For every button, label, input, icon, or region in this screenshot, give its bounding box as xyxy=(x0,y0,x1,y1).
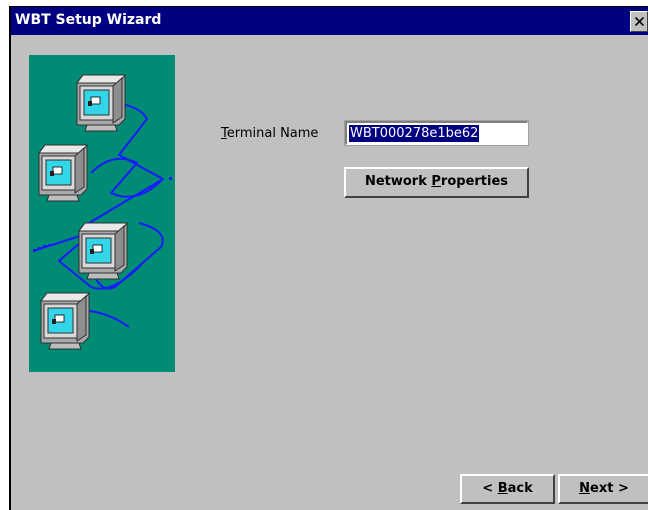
window-title: WBT Setup Wizard xyxy=(15,12,162,28)
next-label-b: ext > xyxy=(590,481,629,496)
terminal-name-input[interactable]: WBT000278e1be62 xyxy=(344,120,529,146)
wizard-illustration xyxy=(29,55,175,372)
close-icon xyxy=(635,17,644,26)
network-properties-button[interactable]: Network Properties xyxy=(344,167,529,198)
back-label-b: ack xyxy=(507,481,533,496)
wizard-window: WBT Setup Wizard Terminal Name WBT000278… xyxy=(9,6,648,510)
network-properties-label-b: roperties xyxy=(440,174,509,189)
terminal-name-value: WBT000278e1be62 xyxy=(349,125,480,142)
close-button[interactable] xyxy=(630,11,648,32)
next-button[interactable]: Next > xyxy=(558,474,648,504)
network-properties-label-a: Network xyxy=(364,174,432,189)
back-label-a: < xyxy=(482,481,498,496)
back-button[interactable]: < Back xyxy=(460,474,555,504)
terminal-name-label: Terminal Name xyxy=(221,126,318,141)
network-properties-mnemonic: P xyxy=(431,174,441,189)
next-mnemonic: N xyxy=(579,481,591,496)
title-bar[interactable]: WBT Setup Wizard xyxy=(11,7,648,35)
terminal-name-label-text: erminal Name xyxy=(226,126,319,141)
networked-computers-illustration xyxy=(32,74,172,350)
back-mnemonic: B xyxy=(497,481,508,496)
